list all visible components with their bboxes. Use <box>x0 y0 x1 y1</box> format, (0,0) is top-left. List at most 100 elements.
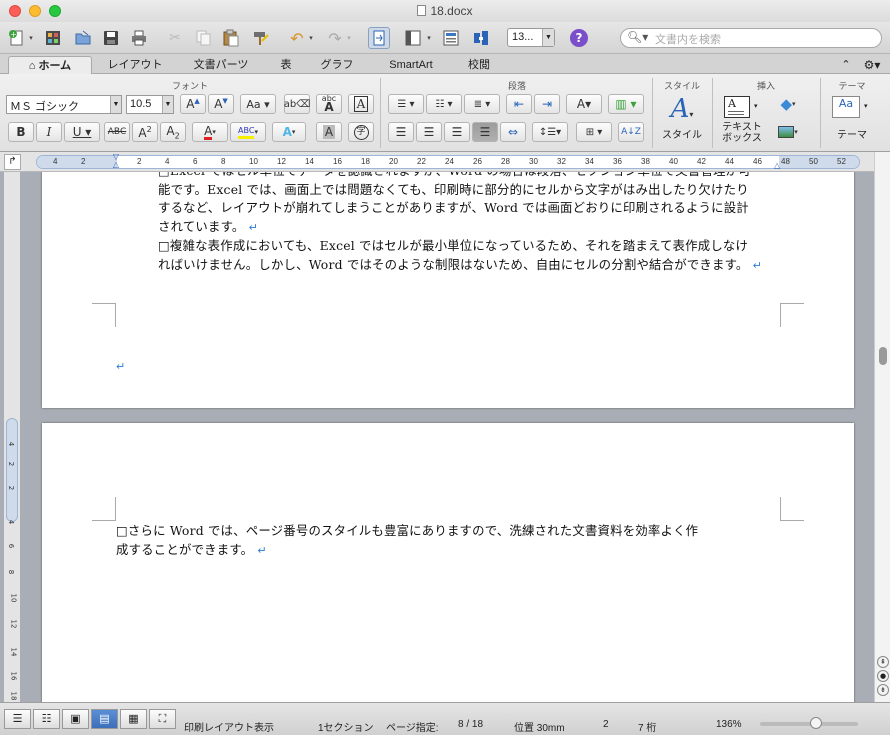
zoom-slider-knob[interactable] <box>810 717 822 729</box>
font-size-combo[interactable]: 10.5 ▼ <box>126 95 174 114</box>
tab-smartart[interactable]: SmartArt <box>370 56 452 74</box>
copy-icon[interactable] <box>192 27 214 49</box>
highlight-button[interactable]: ABC ▾ <box>230 122 266 142</box>
ribbon-settings-icon[interactable]: ⚙︎▾ <box>860 56 884 74</box>
picture-button[interactable]: ▾ <box>770 122 806 142</box>
search-input[interactable]: 🔍︎▾ 文書内を検索 <box>620 28 882 48</box>
undo-icon[interactable]: ↶ <box>286 27 308 49</box>
style-gallery-button[interactable]: A▾ スタイル <box>656 94 708 146</box>
show-hide-icon[interactable] <box>470 27 492 49</box>
align-center-button[interactable]: ☰ <box>416 122 442 142</box>
increase-indent-button[interactable]: ⇥ <box>534 94 560 114</box>
page-1[interactable]: □Excel ではセル単位でデータを認識されますが、Word の場合は段落、セク… <box>42 172 854 408</box>
strikethrough-button[interactable]: ABC <box>104 122 130 142</box>
redo-dropdown[interactable]: ▾ <box>344 27 354 49</box>
page-1-body-text[interactable]: □Excel ではセル単位でデータを認識されますが、Word の場合は段落、セク… <box>158 172 822 275</box>
ribbon: フォント 段落 スタイル 挿入 テーマ ＭＳ ゴシック ▼ 10.5 ▼ A▲ A▼… <box>0 74 890 152</box>
sort-button[interactable]: A↓Z <box>618 122 644 142</box>
navigation-pane-icon[interactable] <box>368 27 390 49</box>
borders-button[interactable]: ⊞ ▾ <box>576 122 612 142</box>
text-direction-button[interactable]: A▾ <box>566 94 602 114</box>
horizontal-ruler[interactable]: 4 2 2 4 6 8 10 12 14 16 18 20 22 24 26 28 30 32 34 36 38 40 42… <box>36 155 860 169</box>
grow-font-button[interactable]: A▲ <box>180 94 206 114</box>
outline-view-button[interactable]: ☷ <box>33 709 60 729</box>
format-painter-icon[interactable] <box>250 27 272 49</box>
tab-review[interactable]: 校閲 <box>456 56 502 74</box>
text-effects-button[interactable]: A ▾ <box>272 122 306 142</box>
theme-button[interactable]: Aa ▾ テーマ <box>826 94 878 148</box>
tab-home[interactable]: ⌂ ホーム <box>8 56 92 74</box>
columns-button[interactable]: ▥ ▾ <box>608 94 644 114</box>
tab-layout[interactable]: レイアウト <box>96 56 174 74</box>
open-icon[interactable] <box>72 27 94 49</box>
phonetic-guide-button[interactable]: abc A <box>316 94 342 114</box>
sidebar-dropdown[interactable]: ▾ <box>424 27 434 49</box>
font-name-combo[interactable]: ＭＳ ゴシック ▼ <box>6 95 122 114</box>
align-right-button[interactable]: ☰ <box>444 122 470 142</box>
character-shading-button[interactable]: A <box>316 122 342 142</box>
line-spacing-button[interactable]: ↕☰▾ <box>532 122 568 142</box>
shapes-button[interactable]: ◆ ▾ <box>770 94 806 114</box>
font-color-button[interactable]: A ▾ <box>192 122 228 142</box>
numbering-button[interactable]: ☷ ▾ <box>426 94 462 114</box>
help-icon[interactable]: ? <box>570 29 588 47</box>
character-border-button[interactable]: A <box>348 94 374 114</box>
print-layout-button[interactable]: ▤ <box>91 709 118 729</box>
change-case-button[interactable]: Aa ▾ <box>240 94 276 114</box>
page-2[interactable]: □さらに Word では、ページ番号のスタイルも豊富にありますので、洗練された文… <box>42 423 854 702</box>
bold-button[interactable]: B <box>8 122 34 142</box>
font-name-dropdown[interactable]: ▼ <box>110 96 121 113</box>
notebook-layout-button[interactable]: ▦ <box>120 709 147 729</box>
zoom-combo[interactable]: 13... ▼ <box>507 28 555 47</box>
publishing-layout-button[interactable]: ▣ <box>62 709 89 729</box>
next-page-icon[interactable]: ⇟ <box>877 684 889 696</box>
align-left-button[interactable]: ☰ <box>388 122 414 142</box>
previous-page-icon[interactable]: ⇞ <box>877 656 889 668</box>
draft-view-button[interactable]: ☰ <box>4 709 31 729</box>
sidebar-toggle-icon[interactable] <box>402 27 424 49</box>
textbox-button[interactable]: A ▾ テキスト ボックス <box>718 94 766 148</box>
enclose-characters-button[interactable]: 字 <box>348 122 374 142</box>
paste-icon[interactable] <box>220 27 242 49</box>
page-2-body-text[interactable]: □さらに Word では、ページ番号のスタイルも豊富にありますので、洗練された文… <box>116 522 780 560</box>
tab-document-parts[interactable]: 文書パーツ <box>178 56 264 74</box>
scroll-thumb[interactable] <box>879 347 887 365</box>
page-indicator-value[interactable]: 8 / 18 <box>458 719 483 730</box>
zoom-dropdown-arrow[interactable]: ▼ <box>542 29 554 46</box>
focus-view-button[interactable]: ⛶ <box>149 709 176 729</box>
left-indent-marker[interactable]: ▽ △ <box>111 153 121 171</box>
zoom-slider[interactable] <box>760 717 858 729</box>
vertical-ruler[interactable]: 4 2 2 4 6 8 10 12 14 16 18 <box>4 172 20 702</box>
tab-selector-icon[interactable]: ↱ <box>4 154 21 170</box>
shrink-font-button[interactable]: A▼ <box>208 94 234 114</box>
print-layout-icon: ▤ <box>99 712 110 725</box>
subscript-button[interactable]: A2 <box>160 122 186 142</box>
cut-icon[interactable]: ✂ <box>164 27 186 49</box>
undo-dropdown[interactable]: ▾ <box>306 27 316 49</box>
collapse-ribbon-icon[interactable]: ⌃ <box>838 56 854 74</box>
superscript-button[interactable]: A2 <box>132 122 158 142</box>
bullets-button[interactable]: ☰ ▾ <box>388 94 424 114</box>
template-gallery-icon[interactable] <box>42 27 64 49</box>
decrease-indent-button[interactable]: ⇤ <box>506 94 532 114</box>
browse-object-icon[interactable]: ● <box>877 670 889 682</box>
multilevel-list-button[interactable]: ≣ ▾ <box>464 94 500 114</box>
clear-formatting-button[interactable]: ab⌫ <box>284 94 310 114</box>
new-document-icon[interactable]: + <box>6 27 28 49</box>
font-size-dropdown[interactable]: ▼ <box>162 96 173 113</box>
tab-table[interactable]: 表 <box>268 56 304 74</box>
italic-button[interactable]: I <box>36 122 62 142</box>
underline-button[interactable]: U ▾ <box>64 122 100 142</box>
redo-icon[interactable]: ↷ <box>324 27 346 49</box>
media-browser-icon[interactable] <box>440 27 462 49</box>
column-indicator: 7 桁 <box>638 723 657 734</box>
save-icon[interactable] <box>100 27 122 49</box>
right-indent-marker[interactable]: △ <box>774 162 784 170</box>
vertical-scrollbar[interactable]: ⇞ ● ⇟ <box>874 152 890 702</box>
justify-button[interactable]: ☰ <box>472 122 498 142</box>
new-document-dropdown[interactable]: ▾ <box>26 27 36 49</box>
print-icon[interactable] <box>128 27 150 49</box>
distribute-button[interactable]: ⇔ <box>500 122 526 142</box>
tab-chart[interactable]: グラフ <box>308 56 366 74</box>
multilevel-list-icon: ≣ ▾ <box>473 98 491 110</box>
